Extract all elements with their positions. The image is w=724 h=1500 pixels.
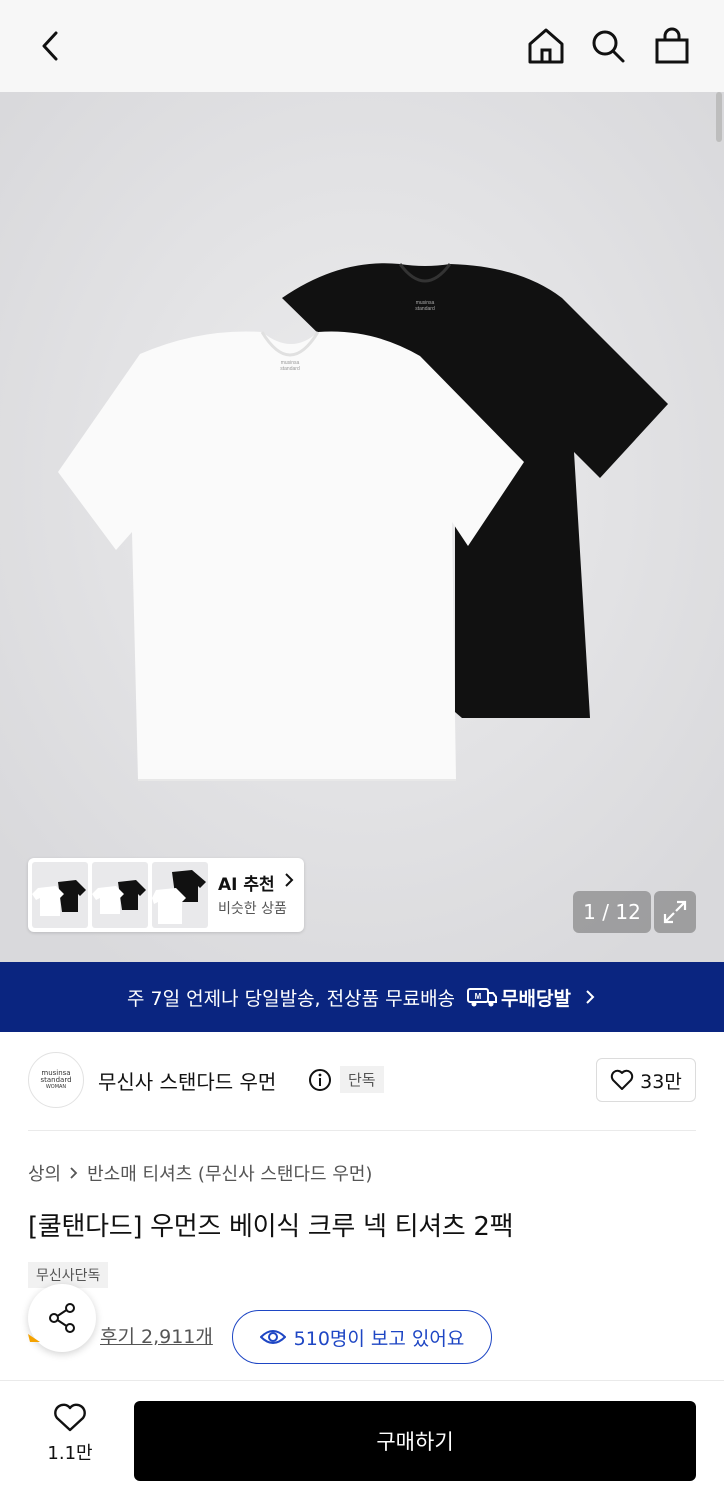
- share-icon: [49, 1303, 75, 1333]
- heart-icon: [54, 1403, 86, 1432]
- expand-image-button[interactable]: [654, 891, 696, 933]
- divider: [28, 1130, 696, 1131]
- breadcrumb-item-category[interactable]: 상의: [28, 1160, 61, 1186]
- brand-logo[interactable]: musinsa standard WOMAN: [28, 1052, 84, 1108]
- free-delivery-banner[interactable]: 주 7일 언제나 당일발송, 전상품 무료배송 M 무배당발: [0, 962, 724, 1032]
- black-shirt-label-line2: standard: [415, 306, 435, 312]
- wishlist-button[interactable]: 1.1만: [40, 1403, 100, 1465]
- brand-row: musinsa standard WOMAN 무신사 스탠다드 우먼 단독 33…: [28, 1050, 696, 1114]
- search-button[interactable]: [584, 22, 632, 70]
- ai-reco-title: AI 추천: [218, 875, 275, 895]
- white-shirt-label-line2: standard: [280, 366, 300, 372]
- buy-button[interactable]: 구매하기: [134, 1401, 696, 1481]
- top-navigation-bar: [0, 0, 724, 92]
- home-button[interactable]: [522, 22, 570, 70]
- ai-thumb-1[interactable]: [32, 862, 88, 928]
- exclusive-badge: 단독: [340, 1066, 384, 1093]
- svg-text:M: M: [475, 992, 482, 1001]
- ai-thumb-3[interactable]: [152, 862, 208, 928]
- viewers-text: 510명이 보고 있어요: [293, 1327, 465, 1350]
- reviews-link[interactable]: 후기 2,911개: [100, 1322, 213, 1349]
- product-title: [쿨탠다드] 우먼즈 베이식 크루 넥 티셔츠 2팩: [28, 1212, 514, 1242]
- chevron-right-icon: [586, 990, 595, 1004]
- delivery-badge: M 무배당발: [467, 984, 571, 1011]
- bottom-action-bar: 1.1만 구매하기: [0, 1380, 724, 1500]
- chevron-left-icon: [42, 31, 58, 61]
- viewers-indicator: 510명이 보고 있어요: [232, 1310, 492, 1364]
- image-counter: 1 / 12: [573, 891, 651, 933]
- chevron-right-icon: [70, 1167, 78, 1179]
- shopping-bag-icon: [655, 27, 689, 64]
- banner-text: 주 7일 언제나 당일발송, 전상품 무료배송: [127, 987, 456, 1010]
- search-icon: [592, 30, 625, 63]
- delivery-badge-text: 무배당발: [501, 987, 571, 1010]
- page-scrollbar[interactable]: [716, 92, 722, 142]
- brand-like-button[interactable]: 33만: [596, 1058, 696, 1102]
- breadcrumb-item-subcategory[interactable]: 반소매 티셔츠 (무신사 스탠다드 우먼): [87, 1160, 372, 1186]
- home-icon: [528, 28, 564, 64]
- chevron-right-icon: [285, 873, 294, 887]
- ai-reco-subtitle: 비슷한 상품: [218, 901, 287, 917]
- cart-button[interactable]: [648, 22, 696, 70]
- brand-like-count: 33만: [640, 1070, 682, 1093]
- brand-name-link[interactable]: 무신사 스탠다드 우먼: [98, 1066, 276, 1095]
- product-image-gallery[interactable]: musinsa standard musinsa standard: [0, 92, 724, 962]
- product-photo: musinsa standard musinsa standard: [0, 92, 724, 962]
- breadcrumb: 상의 반소매 티셔츠 (무신사 스탠다드 우먼): [28, 1160, 372, 1186]
- info-icon[interactable]: [308, 1068, 332, 1092]
- ai-thumb-2[interactable]: [92, 862, 148, 928]
- brand-logo-line3: WOMAN: [45, 1083, 67, 1090]
- back-button[interactable]: [26, 22, 74, 70]
- wishlist-count: 1.1만: [47, 1443, 93, 1464]
- expand-icon: [663, 900, 687, 924]
- star-icon: [28, 1334, 40, 1342]
- heart-icon: [610, 1069, 634, 1090]
- eye-icon: [259, 1330, 286, 1344]
- delivery-truck-icon: M: [467, 988, 498, 1007]
- ai-recommendation-card[interactable]: AI 추천 비슷한 상품: [28, 858, 304, 932]
